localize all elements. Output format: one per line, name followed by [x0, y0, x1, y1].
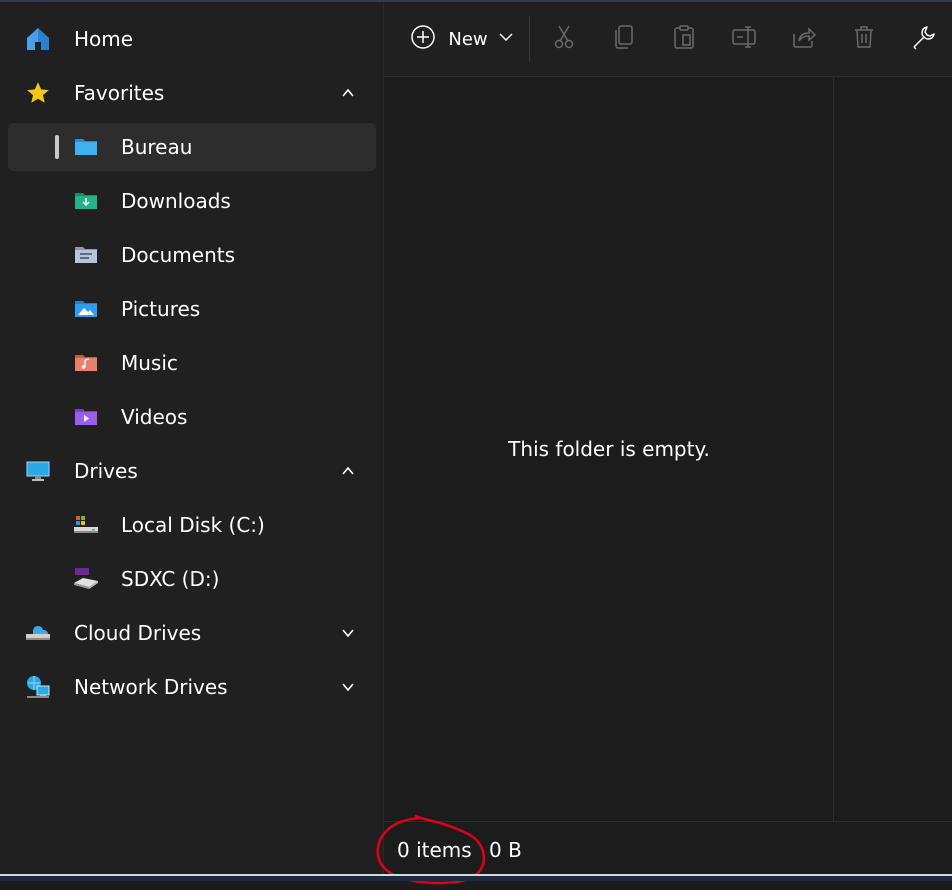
- empty-folder-message: This folder is empty.: [508, 437, 710, 461]
- sidebar-item-documents[interactable]: Documents: [8, 231, 376, 279]
- music-folder-icon: [72, 349, 100, 377]
- sidebar-item-drives[interactable]: Drives: [8, 447, 376, 495]
- sidebar-item-label: Home: [74, 27, 134, 51]
- sidebar-item-videos[interactable]: Videos: [8, 393, 376, 441]
- sidebar-item-label: SDXC (D:): [121, 567, 220, 591]
- sidebar-item-pictures[interactable]: Pictures: [8, 285, 376, 333]
- main-pane: New This folder is empty. 0 items 0 B: [376, 2, 952, 885]
- desktop-folder-icon: [72, 133, 100, 161]
- pictures-folder-icon: [72, 295, 100, 323]
- properties-button[interactable]: [907, 22, 941, 56]
- share-icon: [791, 24, 817, 54]
- cut-icon: [551, 24, 577, 54]
- sidebar-item-favorites[interactable]: Favorites: [8, 69, 376, 117]
- sidebar-item-home[interactable]: Home: [8, 15, 376, 63]
- delete-icon: [851, 24, 877, 54]
- sidebar-item-network-drives[interactable]: Network Drives: [8, 663, 376, 711]
- sidebar: Home Favorites Bureau Downloads Document…: [0, 2, 383, 874]
- sidebar-item-label: Network Drives: [74, 675, 228, 699]
- sidebar-item-label: Bureau: [121, 135, 193, 159]
- new-button-label: New: [448, 28, 488, 50]
- chevron-down-icon[interactable]: [340, 679, 356, 695]
- videos-folder-icon: [72, 403, 100, 431]
- rename-icon: [731, 24, 757, 54]
- sidebar-item-label: Music: [121, 351, 178, 375]
- chevron-up-icon[interactable]: [340, 463, 356, 479]
- file-list-area[interactable]: This folder is empty.: [384, 77, 952, 821]
- new-button[interactable]: New: [406, 22, 518, 56]
- sidebar-item-label: Favorites: [74, 81, 165, 105]
- rename-button[interactable]: [727, 22, 761, 56]
- star-icon: [24, 79, 52, 107]
- paste-icon: [671, 24, 697, 54]
- sidebar-item-label: Downloads: [121, 189, 231, 213]
- window-bottom-edge: [0, 876, 952, 881]
- sidebar-item-label: Documents: [121, 243, 236, 267]
- sidebar-item-sdxc[interactable]: SDXC (D:): [8, 555, 376, 603]
- sidebar-item-downloads[interactable]: Downloads: [8, 177, 376, 225]
- selection-indicator: [55, 135, 59, 159]
- sidebar-item-label: Local Disk (C:): [121, 513, 265, 537]
- copy-icon: [611, 24, 637, 54]
- sidebar-item-label: Pictures: [121, 297, 201, 321]
- share-button[interactable]: [787, 22, 821, 56]
- downloads-folder-icon: [72, 187, 100, 215]
- sidebar-item-label: Cloud Drives: [74, 621, 202, 645]
- computer-icon: [24, 457, 52, 485]
- sidebar-item-music[interactable]: Music: [8, 339, 376, 387]
- sidebar-item-label: Drives: [74, 459, 138, 483]
- toolbar: New: [384, 2, 952, 77]
- cloud-drive-icon: [24, 619, 52, 647]
- sidebar-item-cloud-drives[interactable]: Cloud Drives: [8, 609, 376, 657]
- home-icon: [24, 25, 52, 53]
- copy-button[interactable]: [607, 22, 641, 56]
- toolbar-separator: [529, 16, 530, 62]
- hard-drive-icon: [72, 511, 100, 539]
- cut-button[interactable]: [547, 22, 581, 56]
- chevron-down-icon[interactable]: [340, 625, 356, 641]
- chevron-up-icon[interactable]: [340, 85, 356, 101]
- status-bar: 0 items 0 B: [376, 814, 952, 885]
- sd-card-drive-icon: [72, 565, 100, 593]
- sidebar-item-label: Videos: [121, 405, 188, 429]
- sidebar-item-bureau[interactable]: Bureau: [8, 123, 376, 171]
- paste-button[interactable]: [667, 22, 701, 56]
- delete-button[interactable]: [847, 22, 881, 56]
- documents-folder-icon: [72, 241, 100, 269]
- network-drive-icon: [24, 673, 52, 701]
- properties-icon: [911, 24, 937, 54]
- add-icon: [410, 24, 436, 54]
- sidebar-item-local-disk[interactable]: Local Disk (C:): [8, 501, 376, 549]
- chevron-down-icon: [498, 29, 514, 49]
